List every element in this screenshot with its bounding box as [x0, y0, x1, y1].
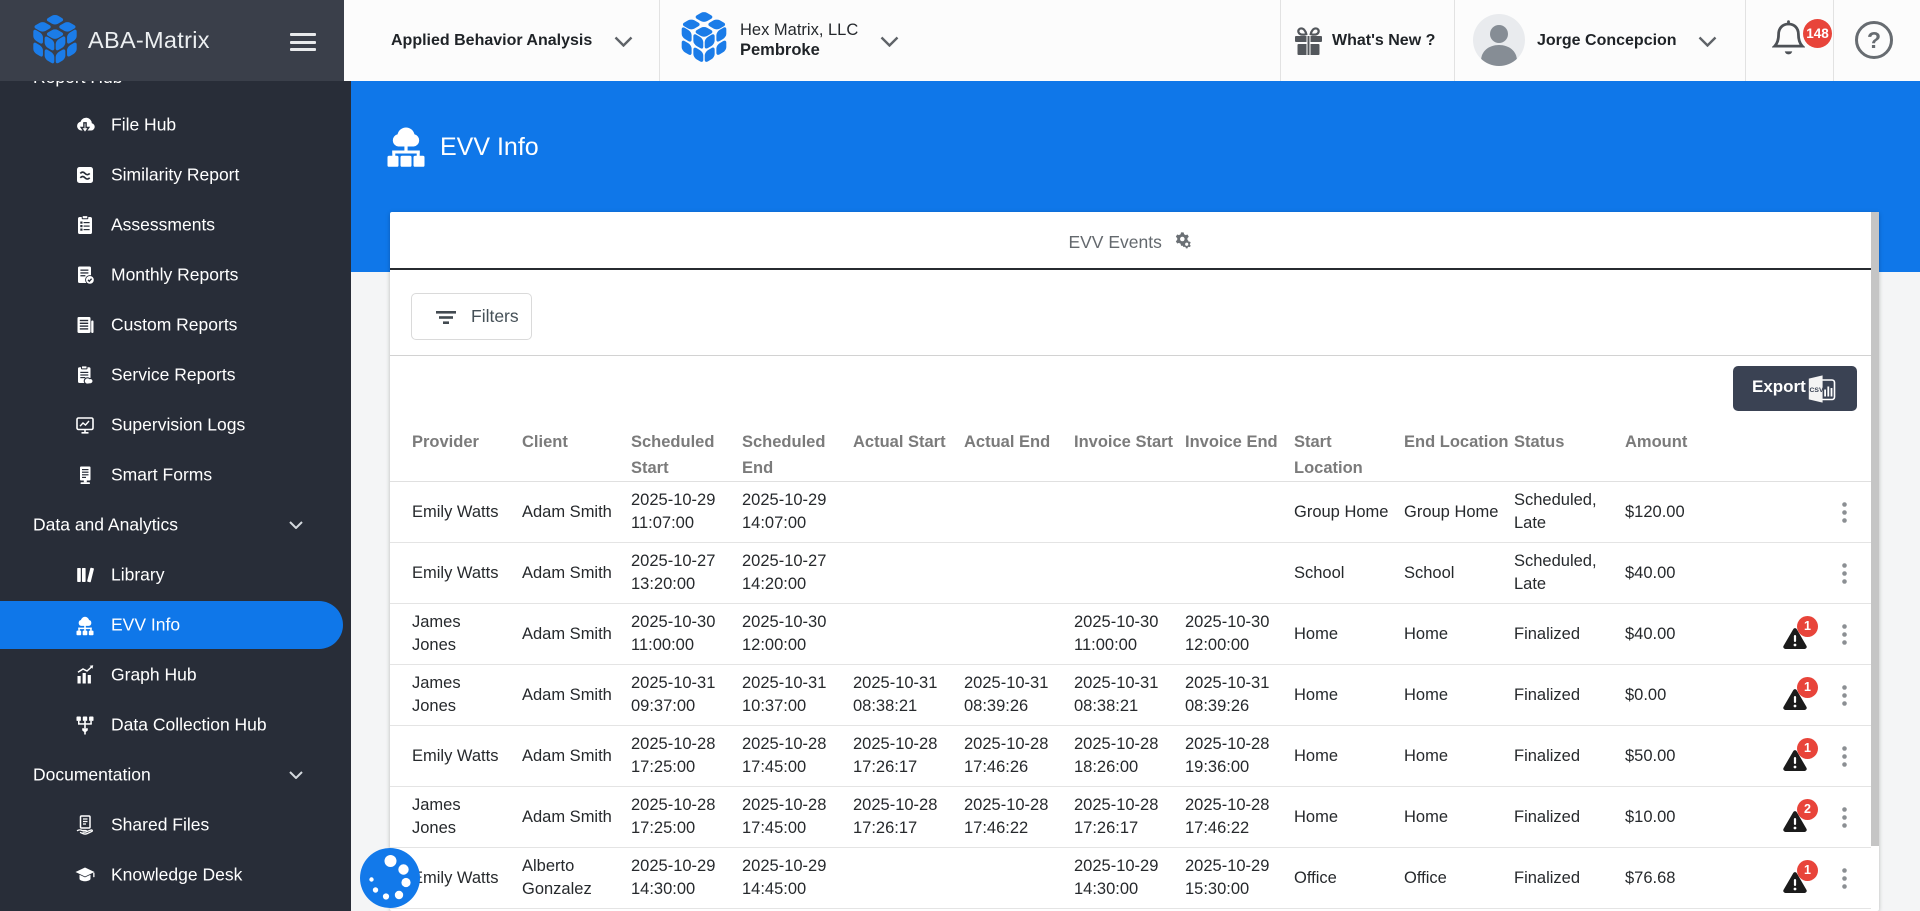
svg-text:CSV: CSV: [1810, 387, 1824, 394]
